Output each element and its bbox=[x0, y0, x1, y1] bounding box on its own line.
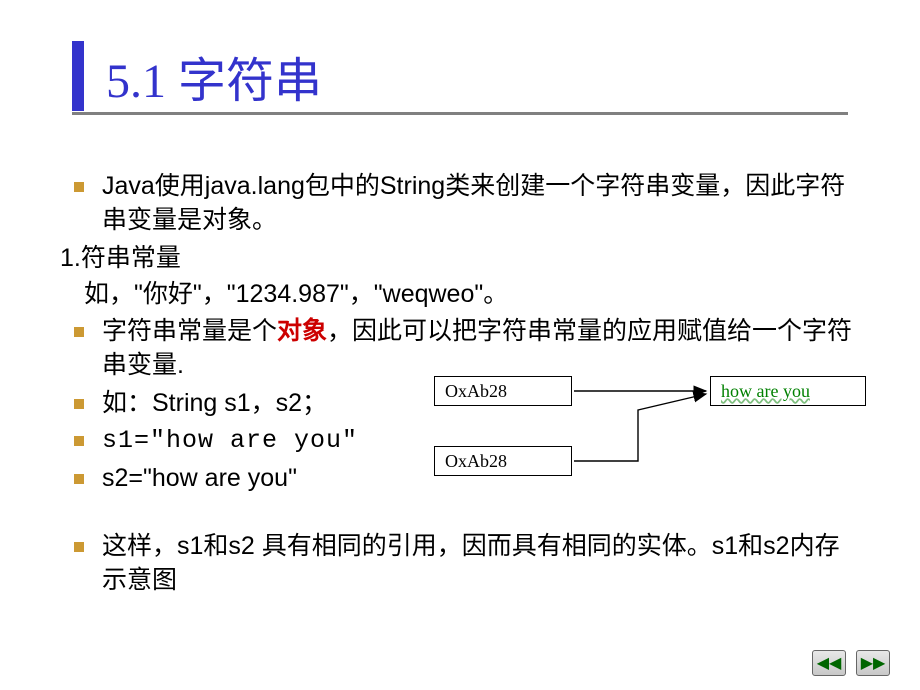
bullet-item-2: 字符串常量是个对象，因此可以把字符串常量的应用赋值给一个字符串变量. bbox=[60, 315, 860, 383]
bullet-text: 这样，s1和s2 具有相同的引用，因而具有相同的实体。s1和s2内存示意图 bbox=[102, 530, 860, 598]
box-label: OxAb28 bbox=[445, 381, 507, 402]
prev-button[interactable]: ◀◀ bbox=[812, 650, 846, 676]
bullet-marker bbox=[74, 399, 84, 409]
bullet-marker bbox=[74, 327, 84, 337]
bullet-marker bbox=[74, 182, 84, 192]
memory-diagram: OxAb28 OxAb28 how are you bbox=[428, 376, 878, 516]
next-button[interactable]: ▶▶ bbox=[856, 650, 890, 676]
text-fragment: 字符串常量是个 bbox=[102, 317, 277, 345]
bullet-item-1: Java使用java.lang包中的String类来创建一个字符串变量，因此字符… bbox=[60, 170, 860, 238]
nav-buttons: ◀◀ ▶▶ bbox=[812, 650, 890, 676]
diagram-box-s2: OxAb28 bbox=[434, 446, 572, 476]
bullet-item-6: 这样，s1和s2 具有相同的引用，因而具有相同的实体。s1和s2内存示意图 bbox=[60, 530, 860, 598]
diagram-box-s1: OxAb28 bbox=[434, 376, 572, 406]
bullet-text: Java使用java.lang包中的String类来创建一个字符串变量，因此字符… bbox=[102, 170, 860, 238]
bullet-text: 字符串常量是个对象，因此可以把字符串常量的应用赋值给一个字符串变量. bbox=[102, 315, 860, 383]
prev-icon: ◀◀ bbox=[817, 653, 842, 673]
emphasis-text: 对象 bbox=[277, 317, 327, 345]
plain-line-2: 如，"你好"，"1234.987"，"weqweo"。 bbox=[60, 278, 860, 312]
next-icon: ▶▶ bbox=[861, 653, 886, 673]
title-accent-bar bbox=[72, 41, 84, 111]
slide-title: 5.1 字符串 bbox=[106, 41, 322, 111]
bullet-marker bbox=[74, 474, 84, 484]
box-label: how are you bbox=[721, 381, 810, 402]
slide-title-container: 5.1 字符串 bbox=[72, 36, 322, 116]
bullet-marker bbox=[74, 542, 84, 552]
title-underline bbox=[72, 112, 848, 115]
bullet-marker bbox=[74, 436, 84, 446]
box-label: OxAb28 bbox=[445, 451, 507, 472]
plain-line-1: 1.符串常量 bbox=[60, 242, 860, 276]
diagram-box-value: how are you bbox=[710, 376, 866, 406]
